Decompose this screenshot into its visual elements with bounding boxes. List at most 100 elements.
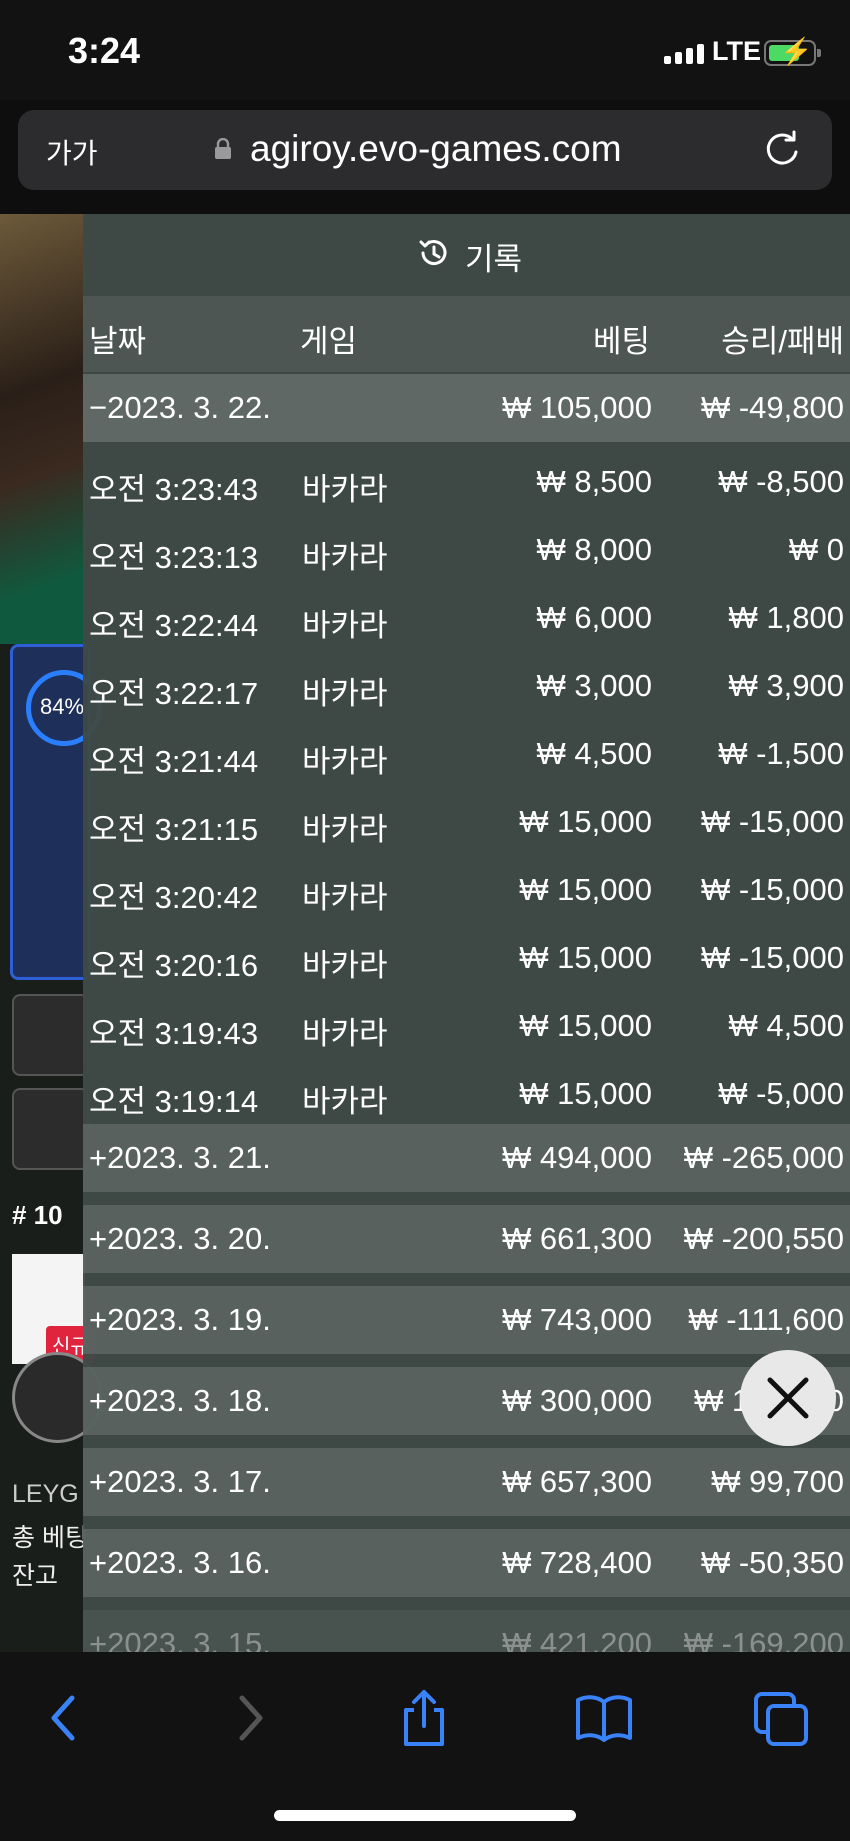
bet-row[interactable]: 오전 3:21:44 바카라 ₩ 4,500 ₩ -1,500 — [83, 720, 850, 788]
bookmarks-book-icon[interactable] — [574, 1688, 634, 1748]
bet-time: 오전 3:20:16 — [89, 948, 259, 983]
day-bet: ₩ 743,000 — [502, 1302, 652, 1337]
bet-time: 오전 3:21:44 — [89, 744, 259, 779]
day-date: +2023. 3. 21. — [89, 1140, 271, 1175]
day-win-loss: ₩ -111,600 — [688, 1302, 844, 1337]
bet-amount: ₩ 15,000 — [519, 804, 652, 839]
bet-time: 오전 3:23:43 — [89, 472, 259, 507]
day-bet: ₩ 300,000 — [502, 1383, 652, 1418]
day-date: +2023. 3. 15. — [89, 1626, 271, 1652]
bet-amount: ₩ 15,000 — [519, 872, 652, 907]
bet-win-loss: ₩ -15,000 — [700, 940, 844, 975]
bet-row[interactable]: 오전 3:22:44 바카라 ₩ 6,000 ₩ 1,800 — [83, 584, 850, 652]
day-bet: ₩ 105,000 — [502, 390, 652, 425]
close-history-button[interactable] — [740, 1350, 836, 1446]
bet-amount: ₩ 6,000 — [536, 600, 652, 635]
tabs-icon[interactable] — [752, 1688, 812, 1748]
history-clock-icon — [419, 240, 447, 266]
signal-icon — [664, 44, 704, 64]
bet-time: 오전 3:22:17 — [89, 676, 259, 711]
day-row-expanded[interactable]: −2023. 3. 22. ₩ 105,000 ₩ -49,800 — [83, 374, 850, 442]
address-bar[interactable]: 가가 agiroy.evo-games.com — [18, 110, 832, 190]
bet-win-loss: ₩ 3,900 — [728, 668, 844, 703]
history-title: 기록 — [83, 214, 850, 294]
bet-amount: ₩ 8,500 — [536, 464, 652, 499]
day-win-loss: ₩ -200,550 — [683, 1221, 844, 1256]
day-win-loss: ₩ 99,700 — [711, 1464, 844, 1499]
column-header: 날짜 게임 베팅 승리/패배 — [83, 296, 850, 372]
bet-row[interactable]: 오전 3:19:14 바카라 ₩ 15,000 ₩ -5,000 — [83, 1060, 850, 1128]
day-win-loss: ₩ -169,200 — [683, 1626, 844, 1652]
bg-button-2[interactable] — [12, 1088, 89, 1170]
bet-row[interactable]: 오전 3:23:13 바카라 ₩ 8,000 ₩ 0 — [83, 516, 850, 584]
status-bar: 3:24 LTE ⚡ — [0, 0, 850, 100]
day-date: +2023. 3. 16. — [89, 1545, 271, 1580]
total-bet-label: 총 베팅 — [12, 1524, 88, 1552]
day-win-loss: ₩ -49,800 — [700, 390, 844, 425]
bet-row[interactable]: 오전 3:20:16 바카라 ₩ 15,000 ₩ -15,000 — [83, 924, 850, 992]
bet-row[interactable]: 오전 3:20:42 바카라 ₩ 15,000 ₩ -15,000 — [83, 856, 850, 924]
day-row-collapsed[interactable]: +2023. 3. 16. ₩ 728,400 ₩ -50,350 — [83, 1529, 850, 1597]
balance-label: 잔고 — [12, 1562, 59, 1590]
carrier-label: LTE — [712, 36, 761, 66]
bet-row[interactable]: 오전 3:21:15 바카라 ₩ 15,000 ₩ -15,000 — [83, 788, 850, 856]
day-date: +2023. 3. 18. — [89, 1383, 271, 1418]
bet-game: 바카라 — [302, 1084, 388, 1119]
day-bet: ₩ 661,300 — [502, 1221, 652, 1256]
text-size-button[interactable]: 가가 — [46, 132, 98, 172]
lock-icon — [215, 138, 231, 159]
day-row-collapsed[interactable]: +2023. 3. 21. ₩ 494,000 ₩ -265,000 — [83, 1124, 850, 1192]
day-row-collapsed[interactable]: +2023. 3. 17. ₩ 657,300 ₩ 99,700 — [83, 1448, 850, 1516]
bet-amount: ₩ 8,000 — [536, 532, 652, 567]
col-game: 게임 — [300, 324, 358, 359]
bet-game: 바카라 — [302, 540, 388, 575]
bet-win-loss: ₩ -8,500 — [718, 464, 844, 499]
day-row-collapsed[interactable]: +2023. 3. 19. ₩ 743,000 ₩ -111,600 — [83, 1286, 850, 1354]
day-bet: ₩ 421,200 — [502, 1626, 652, 1652]
bet-win-loss: ₩ 4,500 — [728, 1008, 844, 1043]
bet-game: 바카라 — [302, 472, 388, 507]
bet-amount: ₩ 15,000 — [519, 1076, 652, 1111]
bet-row[interactable]: 오전 3:22:17 바카라 ₩ 3,000 ₩ 3,900 — [83, 652, 850, 720]
forward-chevron-icon[interactable] — [220, 1688, 280, 1748]
day-row-collapsed[interactable]: +2023. 3. 18. ₩ 300,000 ₩ 150,000 — [83, 1367, 850, 1435]
live-dealer-video — [0, 214, 85, 644]
bet-time: 오전 3:19:14 — [89, 1084, 259, 1119]
back-chevron-icon[interactable] — [36, 1688, 96, 1748]
reload-icon[interactable] — [762, 130, 802, 170]
url-text[interactable]: agiroy.evo-games.com — [250, 128, 622, 170]
player-name: LEYG — [12, 1480, 79, 1508]
bg-button-1[interactable] — [12, 994, 89, 1076]
bet-win-loss: ₩ -5,000 — [718, 1076, 844, 1111]
share-icon[interactable] — [394, 1688, 454, 1748]
bet-row[interactable]: 오전 3:19:43 바카라 ₩ 15,000 ₩ 4,500 — [83, 992, 850, 1060]
day-row-collapsed[interactable]: +2023. 3. 20. ₩ 661,300 ₩ -200,550 — [83, 1205, 850, 1273]
bet-amount: ₩ 15,000 — [519, 1008, 652, 1043]
day-bet: ₩ 728,400 — [502, 1545, 652, 1580]
round-number: # 10 — [12, 1200, 63, 1230]
bet-game: 바카라 — [302, 812, 388, 847]
history-panel: 기록 날짜 게임 베팅 승리/패배 −2023. 3. 22. ₩ 105,00… — [83, 214, 850, 1652]
bet-time: 오전 3:23:13 — [89, 540, 259, 575]
bet-amount: ₩ 4,500 — [536, 736, 652, 771]
battery-icon: ⚡ — [764, 36, 821, 66]
bet-win-loss: ₩ 0 — [788, 532, 844, 567]
bet-game: 바카라 — [302, 948, 388, 983]
col-bet: 베팅 — [592, 324, 650, 359]
history-title-text: 기록 — [465, 242, 523, 277]
bet-win-loss: ₩ -1,500 — [718, 736, 844, 771]
bet-game: 바카라 — [302, 880, 388, 915]
bet-game: 바카라 — [302, 676, 388, 711]
col-win-loss: 승리/패배 — [721, 324, 844, 359]
home-indicator — [274, 1810, 576, 1821]
bet-row[interactable]: 오전 3:23:43 바카라 ₩ 8,500 ₩ -8,500 — [83, 448, 850, 516]
bet-win-loss: ₩ 1,800 — [728, 600, 844, 635]
bet-time: 오전 3:22:44 — [89, 608, 259, 643]
day-date: −2023. 3. 22. — [89, 390, 271, 425]
day-win-loss: ₩ -50,350 — [700, 1545, 844, 1580]
bet-amount: ₩ 3,000 — [536, 668, 652, 703]
day-bet: ₩ 494,000 — [502, 1140, 652, 1175]
day-date: +2023. 3. 19. — [89, 1302, 271, 1337]
day-date: +2023. 3. 20. — [89, 1221, 271, 1256]
day-row-collapsed[interactable]: +2023. 3. 15. ₩ 421,200 ₩ -169,200 — [83, 1610, 850, 1652]
